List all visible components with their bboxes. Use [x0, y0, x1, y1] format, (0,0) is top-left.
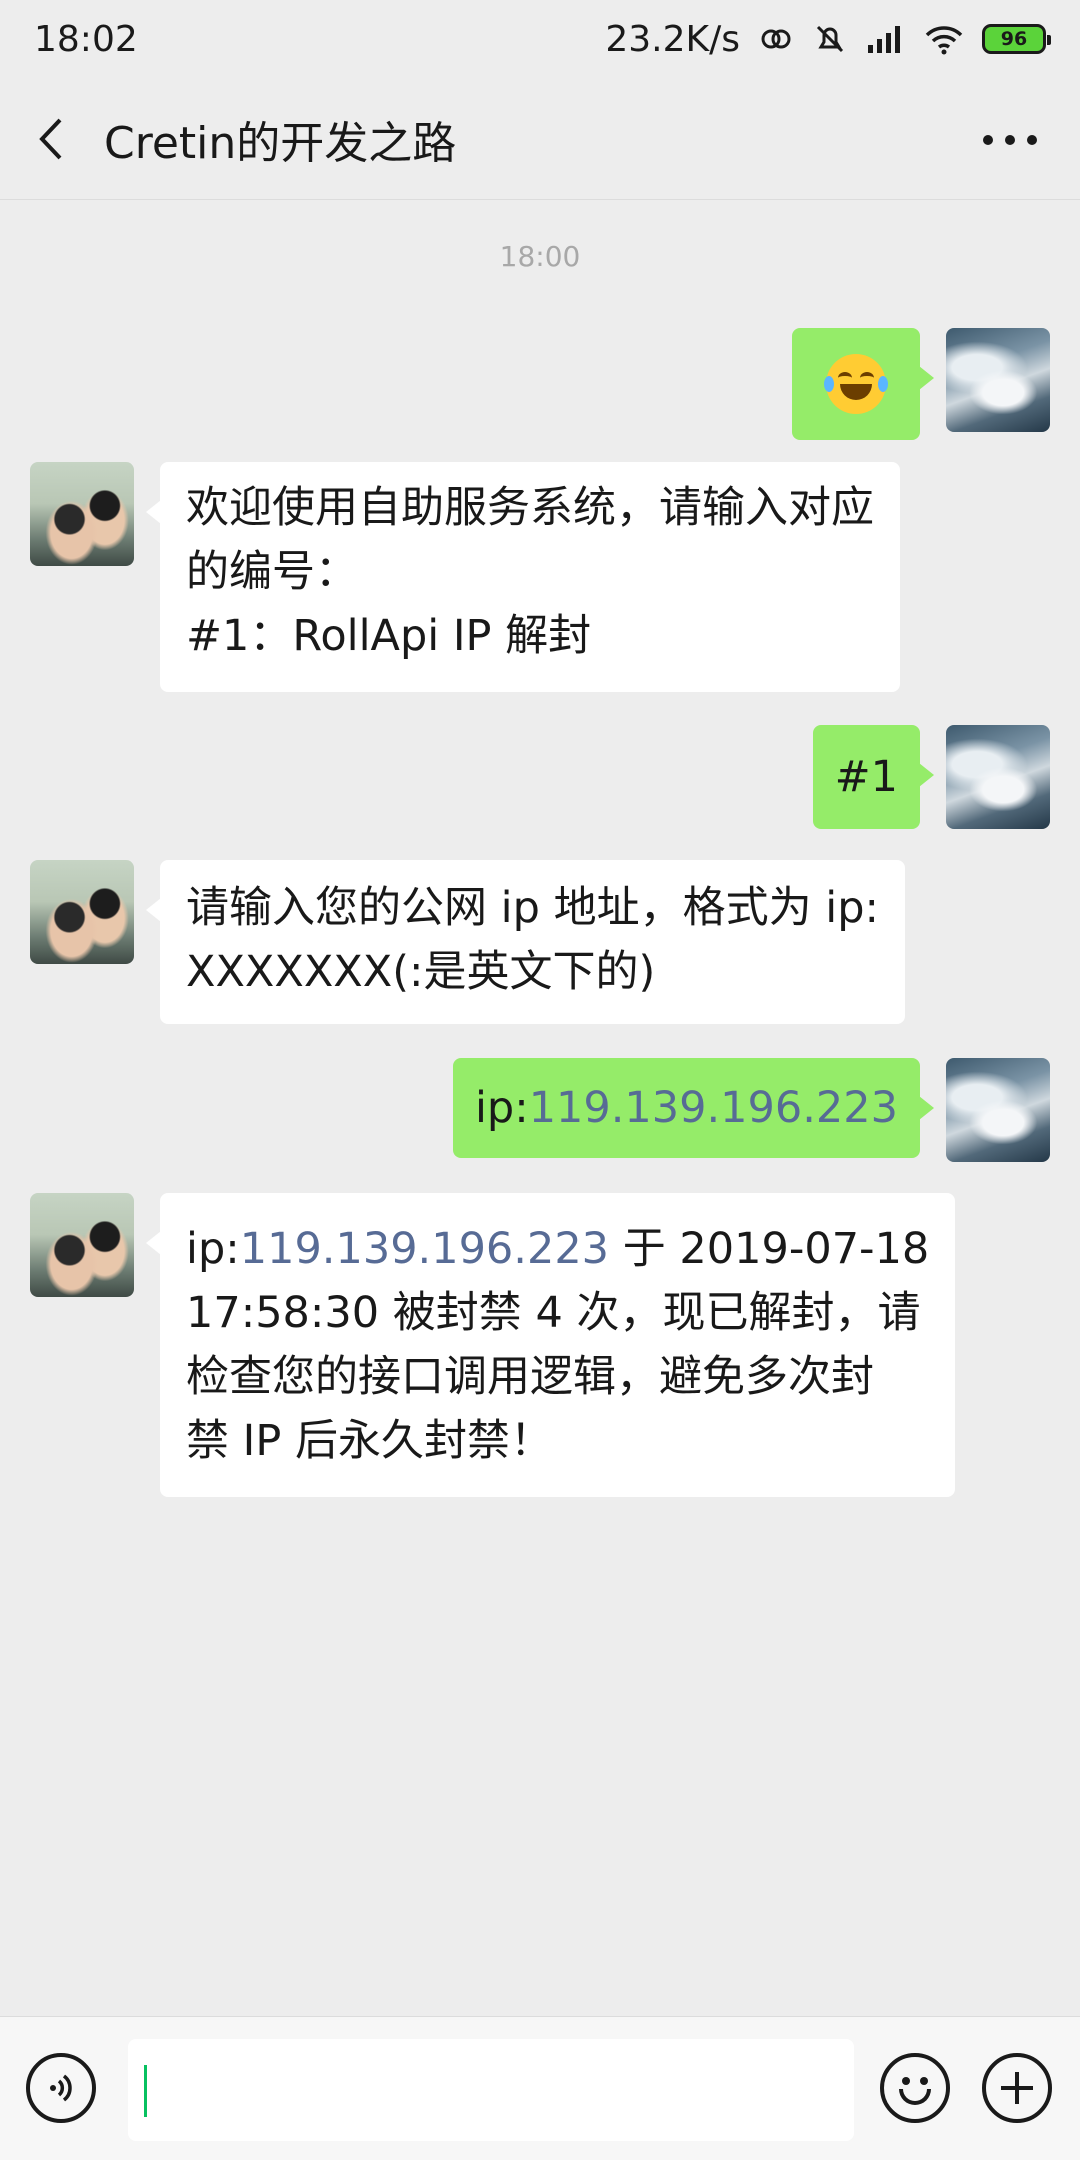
message-bubble[interactable]: 欢迎使用自助服务系统，请输入对应 的编号： #1：RollApi IP 解封: [146, 462, 900, 692]
message-line: XXXXXXX(:是英文下的): [186, 947, 656, 997]
my-avatar[interactable]: [946, 725, 1050, 829]
chat-screen: 18:02 23.2K/s 96 Cretin的开发之路 18:00 欢迎使用自…: [0, 0, 1080, 2160]
message-bubble[interactable]: ip:119.139.196.223: [452, 1058, 935, 1158]
more-button[interactable]: [970, 100, 1050, 180]
message-received: 欢迎使用自助服务系统，请输入对应 的编号： #1：RollApi IP 解封: [30, 462, 900, 692]
message-line: 欢迎使用自助服务系统，请输入对应: [186, 483, 874, 533]
message-received: ip:119.139.196.223 于 2019-07-18 17:58:30…: [30, 1193, 956, 1497]
emoji-button[interactable]: [880, 2053, 950, 2123]
message-line: 禁 IP 后永久封禁！: [186, 1416, 553, 1466]
status-icons: 23.2K/s 96: [605, 18, 1051, 60]
ip-prefix: ip:: [186, 1224, 240, 1274]
text-caret: [144, 2065, 147, 2117]
ip-link[interactable]: 119.139.196.223: [529, 1083, 898, 1133]
message-received: 请输入您的公网 ip 地址，格式为 ip: XXXXXXX(:是英文下的): [30, 860, 905, 1024]
message-input[interactable]: [128, 2039, 854, 2141]
signal-icon: [866, 23, 906, 55]
ip-prefix: ip:: [474, 1083, 529, 1133]
battery-level: 96: [1000, 28, 1028, 50]
ip-link[interactable]: 119.139.196.223: [240, 1224, 609, 1274]
message-bubble[interactable]: #1: [812, 725, 935, 829]
input-bar: [0, 2016, 1080, 2160]
wifi-icon: [924, 23, 964, 55]
chevron-left-icon: [39, 118, 62, 159]
message-sent: #1: [812, 725, 1050, 829]
message-sent: [792, 328, 1050, 440]
message-line: 17:58:30 被封禁 4 次，现已解封，请: [186, 1288, 921, 1338]
status-time: 18:02: [34, 18, 138, 60]
message-sent: ip:119.139.196.223: [452, 1058, 1050, 1162]
more-dots-icon: [983, 135, 1037, 145]
contact-avatar[interactable]: [30, 1193, 134, 1297]
voice-icon: [50, 2074, 72, 2102]
chat-title: Cretin的开发之路: [104, 117, 457, 169]
message-line: 的编号：: [186, 547, 358, 597]
status-bar: 18:02 23.2K/s 96: [0, 0, 1080, 78]
message-bubble[interactable]: 请输入您的公网 ip 地址，格式为 ip: XXXXXXX(:是英文下的): [146, 860, 905, 1024]
message-line: #1：RollApi IP 解封: [186, 611, 592, 661]
contact-avatar[interactable]: [30, 462, 134, 566]
contact-avatar[interactable]: [30, 860, 134, 964]
my-avatar[interactable]: [946, 1058, 1050, 1162]
time-divider: 18:00: [499, 240, 581, 273]
message-line: ip:119.139.196.223 于 2019-07-18: [186, 1217, 929, 1281]
link-icon: [758, 21, 794, 57]
message-line: 检查您的接口调用逻辑，避免多次封: [186, 1352, 874, 1402]
chat-header: Cretin的开发之路: [0, 78, 1080, 200]
network-speed: 23.2K/s: [605, 18, 740, 60]
plus-button[interactable]: [982, 2053, 1052, 2123]
laughing-emoji-icon: [824, 354, 888, 414]
message-line-rest: 于 2019-07-18: [609, 1224, 930, 1274]
my-avatar[interactable]: [946, 328, 1050, 432]
back-button[interactable]: [2, 89, 102, 189]
battery-icon: 96: [982, 24, 1051, 54]
message-text: #1: [834, 752, 898, 802]
mute-bell-icon: [812, 21, 848, 57]
emoji-icon: [902, 2077, 910, 2085]
message-bubble[interactable]: ip:119.139.196.223 于 2019-07-18 17:58:30…: [145, 1193, 956, 1497]
voice-button[interactable]: [26, 2053, 96, 2123]
message-bubble[interactable]: [792, 328, 934, 440]
message-line: 请输入您的公网 ip 地址，格式为 ip:: [186, 883, 879, 933]
